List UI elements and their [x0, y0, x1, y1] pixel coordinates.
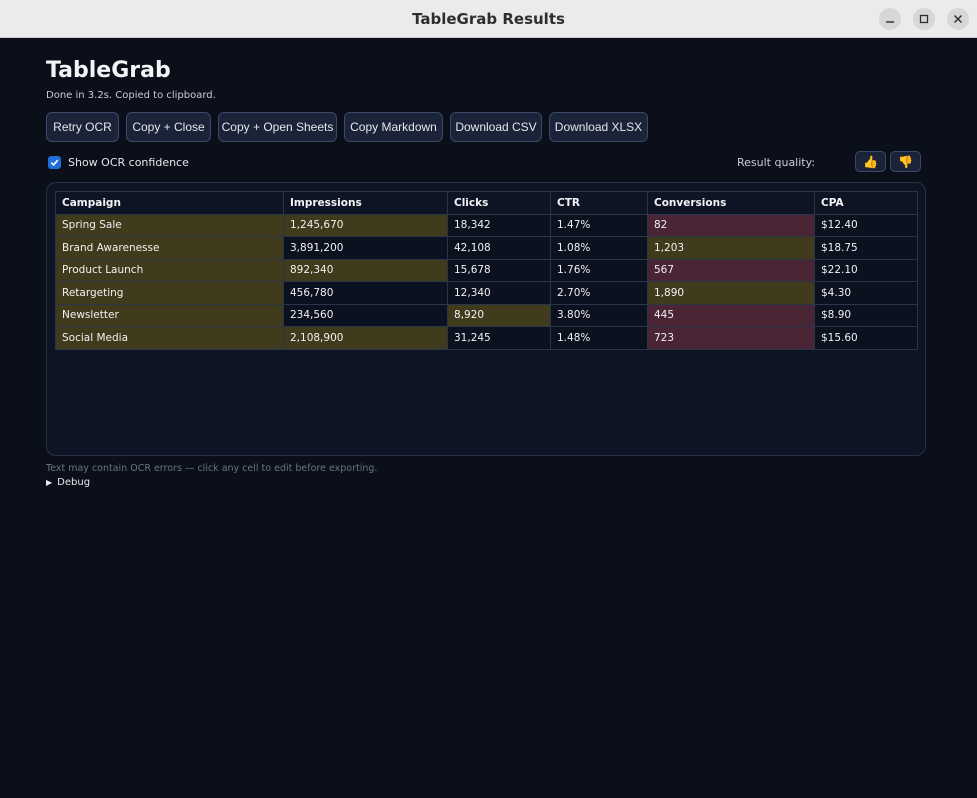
table-cell[interactable]: 445 — [647, 303, 815, 327]
results-table: Campaign Impressions Clicks CTR Conversi… — [55, 191, 918, 350]
table-cell[interactable]: Spring Sale — [55, 213, 284, 237]
table-cell[interactable]: 15,678 — [447, 258, 551, 282]
table-cell[interactable]: 3.80% — [550, 303, 648, 327]
table-cell[interactable]: 723 — [647, 326, 815, 350]
table-cell[interactable]: 18,342 — [447, 213, 551, 237]
options-row: Show OCR confidence Result quality: 👍 👎 — [46, 151, 921, 172]
table-cell[interactable]: 567 — [647, 258, 815, 282]
table-row: Spring Sale 1,245,670 18,342 1.47% 82 $1… — [55, 213, 918, 237]
header-ctr: CTR — [550, 191, 648, 215]
checkmark-icon — [50, 159, 59, 167]
table-cell[interactable]: 2,108,900 — [283, 326, 448, 350]
table-cell[interactable]: 2.70% — [550, 281, 648, 305]
copy-close-button[interactable]: Copy + Close — [126, 112, 211, 142]
maximize-button[interactable] — [913, 8, 935, 30]
show-confidence-checkbox[interactable] — [48, 156, 61, 169]
status-text: Done in 3.2s. Copied to clipboard. — [46, 90, 216, 101]
table-cell[interactable]: 456,780 — [283, 281, 448, 305]
header-impressions: Impressions — [283, 191, 448, 215]
table-cell[interactable]: $4.30 — [814, 281, 918, 305]
thumbs-up-icon: 👍 — [863, 154, 878, 169]
table-cell[interactable]: 234,560 — [283, 303, 448, 327]
table-cell[interactable]: 8,920 — [447, 303, 551, 327]
header-cpa: CPA — [814, 191, 918, 215]
copy-markdown-button[interactable]: Copy Markdown — [344, 112, 443, 142]
maximize-icon — [919, 14, 929, 24]
debug-label: Debug — [57, 477, 91, 488]
table-cell[interactable]: 1.47% — [550, 213, 648, 237]
thumbs-down-button[interactable]: 👎 — [890, 151, 921, 172]
thumbs-up-button[interactable]: 👍 — [855, 151, 886, 172]
app-title: TableGrab — [46, 58, 171, 83]
table-cell[interactable]: Social Media — [55, 326, 284, 350]
close-icon — [954, 15, 962, 23]
table-cell[interactable]: $15.60 — [814, 326, 918, 350]
table-row: Newsletter 234,560 8,920 3.80% 445 $8.90 — [55, 303, 918, 327]
header-campaign: Campaign — [55, 191, 284, 215]
minimize-button[interactable] — [879, 8, 901, 30]
table-cell[interactable]: 31,245 — [447, 326, 551, 350]
table-cell[interactable]: Newsletter — [55, 303, 284, 327]
table-cell[interactable]: 1.48% — [550, 326, 648, 350]
show-confidence-label[interactable]: Show OCR confidence — [68, 156, 189, 169]
table-cell[interactable]: 42,108 — [447, 236, 551, 260]
table-cell[interactable]: 1,245,670 — [283, 213, 448, 237]
table-cell[interactable]: Product Launch — [55, 258, 284, 282]
table-cell[interactable]: $22.10 — [814, 258, 918, 282]
table-header-row: Campaign Impressions Clicks CTR Conversi… — [55, 191, 918, 215]
table-cell[interactable]: $18.75 — [814, 236, 918, 260]
download-xlsx-button[interactable]: Download XLSX — [549, 112, 648, 142]
table-cell[interactable]: 12,340 — [447, 281, 551, 305]
table-cell[interactable]: Retargeting — [55, 281, 284, 305]
table-cell[interactable]: 82 — [647, 213, 815, 237]
close-button[interactable] — [947, 8, 969, 30]
table-row: Brand Awarenesse 3,891,200 42,108 1.08% … — [55, 236, 918, 260]
table-row: Social Media 2,108,900 31,245 1.48% 723 … — [55, 326, 918, 350]
debug-toggle[interactable]: ▶ Debug — [46, 477, 90, 488]
table-cell[interactable]: 892,340 — [283, 258, 448, 282]
table-cell[interactable]: 1.08% — [550, 236, 648, 260]
window-titlebar: TableGrab Results — [0, 0, 977, 38]
table-row: Product Launch 892,340 15,678 1.76% 567 … — [55, 258, 918, 282]
table-cell[interactable]: 3,891,200 — [283, 236, 448, 260]
window-title: TableGrab Results — [412, 10, 565, 28]
table-cell[interactable]: 1.76% — [550, 258, 648, 282]
thumbs-down-icon: 👎 — [898, 154, 913, 169]
results-panel: Campaign Impressions Clicks CTR Conversi… — [46, 182, 926, 456]
table-row: Retargeting 456,780 12,340 2.70% 1,890 $… — [55, 281, 918, 305]
copy-open-sheets-button[interactable]: Copy + Open Sheets — [218, 112, 337, 142]
header-conversions: Conversions — [647, 191, 815, 215]
table-cell[interactable]: 1,890 — [647, 281, 815, 305]
result-quality-label: Result quality: — [737, 156, 816, 169]
minimize-icon — [886, 21, 894, 23]
ocr-disclaimer: Text may contain OCR errors — click any … — [46, 463, 378, 474]
retry-ocr-button[interactable]: Retry OCR — [46, 112, 119, 142]
header-clicks: Clicks — [447, 191, 551, 215]
table-cell[interactable]: $12.40 — [814, 213, 918, 237]
table-cell[interactable]: 1,203 — [647, 236, 815, 260]
table-cell[interactable]: $8.90 — [814, 303, 918, 327]
disclosure-triangle-icon: ▶ — [46, 478, 53, 487]
table-cell[interactable]: Brand Awarenesse — [55, 236, 284, 260]
download-csv-button[interactable]: Download CSV — [450, 112, 542, 142]
